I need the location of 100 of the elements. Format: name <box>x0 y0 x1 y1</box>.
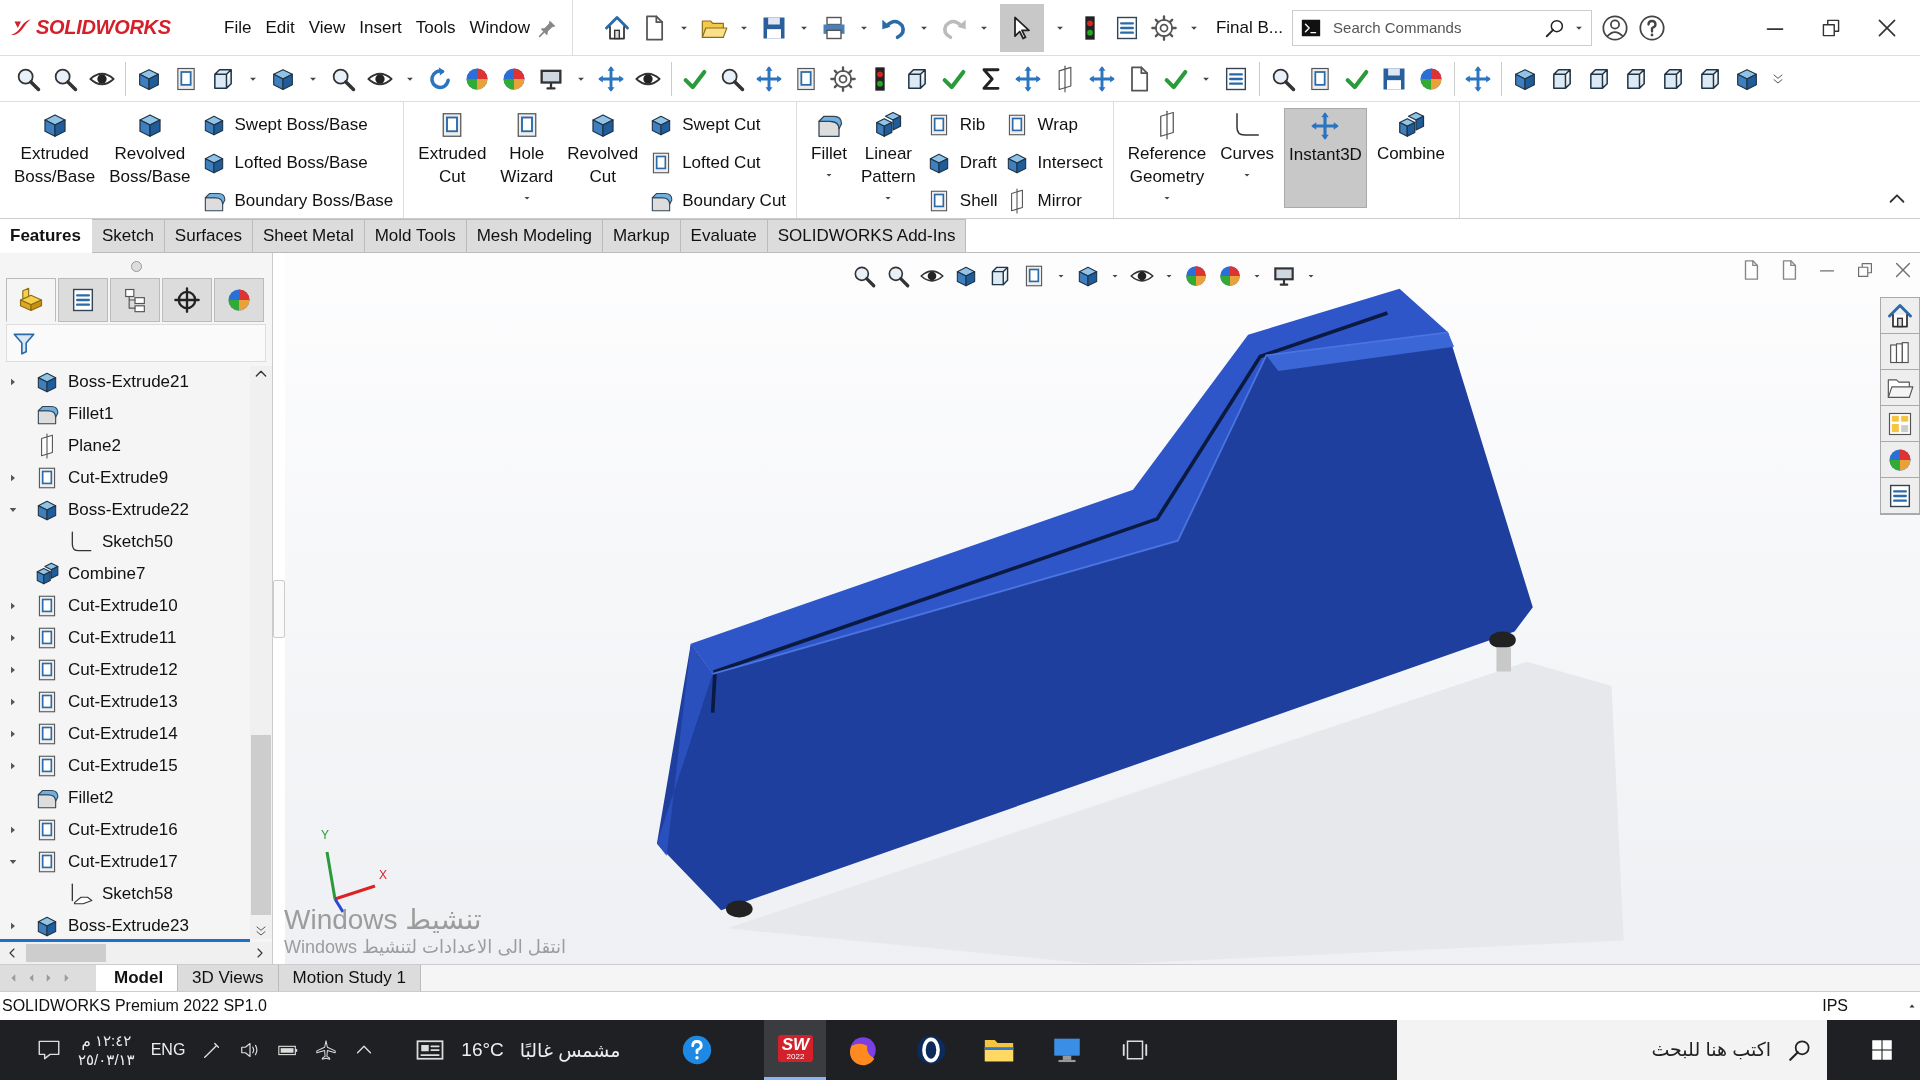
panel-tab[interactable] <box>110 278 160 322</box>
tree-item[interactable]: Cut-Extrude15 <box>68 756 178 776</box>
document-title: Final B... <box>1215 17 1284 38</box>
ribbon-button[interactable]: Revolved Cut <box>563 108 643 208</box>
tree-item[interactable]: Fillet1 <box>68 404 114 424</box>
tree-item[interactable]: Sketch50 <box>102 532 173 552</box>
app-logo: SOLIDWORKS <box>36 16 171 39</box>
ribbon-button[interactable]: Boundary Boss/Base <box>200 184 394 218</box>
panel-tab[interactable] <box>162 278 212 322</box>
block-icon[interactable] <box>17 286 45 314</box>
tree-item[interactable]: Cut-Extrude14 <box>68 724 178 744</box>
clock-date[interactable]: ٢٥/٠٣/١٣ <box>78 1050 135 1070</box>
tab[interactable]: Model <box>96 965 179 991</box>
tree-item[interactable]: Combine7 <box>68 564 146 584</box>
tree-item[interactable]: Cut-Extrude16 <box>68 820 178 840</box>
ribbon-button[interactable]: Revolved Boss/Base <box>105 108 195 208</box>
move-icon[interactable] <box>1014 64 1042 93</box>
ribbon-button[interactable]: Reference Geometry <box>1123 108 1211 208</box>
home-icon[interactable] <box>602 13 631 42</box>
tree-item[interactable]: Boss-Extrude21 <box>68 372 189 392</box>
user-icon[interactable] <box>1601 13 1630 42</box>
status-text: SOLIDWORKS Premium 2022 SP1.0 <box>2 997 267 1015</box>
menu-item[interactable]: Edit <box>259 13 301 42</box>
tab[interactable]: Sheet Metal <box>252 219 365 253</box>
units-label[interactable]: IPS <box>1822 997 1848 1015</box>
search-field[interactable]: Search Commands <box>1292 9 1593 46</box>
tree-item[interactable]: Fillet2 <box>68 788 114 808</box>
move-icon[interactable] <box>1310 111 1341 141</box>
ribbon-button[interactable]: Swept Boss/Base <box>200 108 394 142</box>
help-icon[interactable] <box>1638 13 1667 42</box>
gear-icon[interactable] <box>1149 13 1178 42</box>
sphere-icon[interactable] <box>1183 263 1209 289</box>
ribbon-button[interactable]: Curves <box>1216 108 1279 208</box>
menu-item[interactable]: View <box>302 13 352 42</box>
tree-item[interactable]: Cut-Extrude11 <box>68 628 177 648</box>
axis-label: Y <box>321 828 329 842</box>
tree-item[interactable]: Cut-Extrude10 <box>68 596 178 616</box>
scrollbar[interactable] <box>250 366 272 939</box>
splitter-handle[interactable] <box>273 579 285 638</box>
activation-text: انتقل الى الاعدادات لتنشيط Windows <box>284 936 567 958</box>
activation-title: تنشيط Windows <box>284 903 482 936</box>
airplane-icon[interactable] <box>315 1039 338 1061</box>
tab[interactable]: Mold Tools <box>364 219 467 253</box>
weather-text[interactable]: مشمس غالبًا <box>519 1038 621 1062</box>
clock-time[interactable]: ١٢:٤٢ م <box>81 1030 132 1050</box>
ribbon-button[interactable]: Hole Wizard <box>496 108 558 208</box>
ribbon-button[interactable]: Rib <box>925 108 998 142</box>
tab[interactable]: Markup <box>602 219 681 253</box>
ribbon-button[interactable]: Fillet <box>807 108 851 208</box>
tree-item[interactable]: Boss-Extrude22 <box>68 500 189 520</box>
crosshair-icon[interactable] <box>173 286 201 314</box>
ribbon-button[interactable]: Intersect <box>1003 146 1103 180</box>
tab[interactable]: Motion Study 1 <box>278 965 421 991</box>
sphere-icon[interactable] <box>1217 263 1243 289</box>
tab[interactable]: Sketch <box>91 219 165 253</box>
tab[interactable]: Surfaces <box>164 219 253 253</box>
tree-item[interactable]: Cut-Extrude13 <box>68 692 178 712</box>
menu-item[interactable]: Tools <box>409 13 462 42</box>
panel-tab[interactable] <box>58 278 108 322</box>
tree-item[interactable]: Plane2 <box>68 436 121 456</box>
tab[interactable]: SOLIDWORKS Add-Ins <box>767 219 967 253</box>
menu-item[interactable]: Insert <box>353 13 408 42</box>
tree-item[interactable]: Sketch58 <box>102 884 173 904</box>
ribbon-button[interactable]: Lofted Cut <box>648 146 787 180</box>
ribbon-button[interactable]: Boundary Cut <box>648 184 787 218</box>
move-icon[interactable] <box>1464 64 1492 93</box>
tree-item[interactable]: Cut-Extrude12 <box>68 660 178 680</box>
ribbon-button[interactable]: Draft <box>925 146 998 180</box>
ribbon-button[interactable]: Lofted Boss/Base <box>200 146 394 180</box>
select-button[interactable] <box>999 3 1044 52</box>
search-field[interactable]: اكتب هنا للبحث <box>1397 1020 1827 1080</box>
ribbon-button[interactable]: Mirror <box>1003 184 1103 218</box>
gear-icon[interactable] <box>829 64 857 93</box>
ribbon-button[interactable]: Instant3D <box>1284 108 1367 208</box>
temperature[interactable]: 16°C <box>461 1039 504 1061</box>
splitter-handle[interactable] <box>130 261 142 272</box>
tree-item[interactable]: Cut-Extrude17 <box>68 852 178 872</box>
scrollbar[interactable] <box>0 942 272 964</box>
tab[interactable]: 3D Views <box>178 965 279 991</box>
ribbon-button[interactable]: Wrap <box>1003 108 1103 142</box>
stacked-cubes-icon[interactable] <box>873 110 904 140</box>
ribbon-button[interactable]: Swept Cut <box>648 108 787 142</box>
app-taskbar-button[interactable]: SW 2022 <box>764 1020 827 1080</box>
language-indicator[interactable]: ENG <box>150 1041 186 1059</box>
stacked-cubes-icon[interactable] <box>34 561 60 587</box>
move-icon[interactable] <box>597 64 625 93</box>
move-icon[interactable] <box>1088 64 1116 93</box>
axis-label: X <box>379 868 387 882</box>
ribbon-button[interactable]: Extruded Boss/Base <box>10 108 100 208</box>
menu-item[interactable]: File <box>218 13 258 42</box>
ribbon-button[interactable]: Combine <box>1372 108 1449 208</box>
ribbon-button[interactable]: Shell <box>925 184 998 218</box>
move-icon[interactable] <box>755 64 783 93</box>
ribbon-button[interactable]: Extruded Cut <box>414 108 491 208</box>
tab[interactable]: Evaluate <box>680 219 768 253</box>
ribbon-button[interactable]: Linear Pattern <box>857 108 920 208</box>
menu-item[interactable]: Window <box>463 13 536 42</box>
tab[interactable]: Mesh Modeling <box>466 219 603 253</box>
tree-item[interactable]: Cut-Extrude9 <box>68 468 169 488</box>
tree-item[interactable]: Boss-Extrude23 <box>68 916 189 936</box>
